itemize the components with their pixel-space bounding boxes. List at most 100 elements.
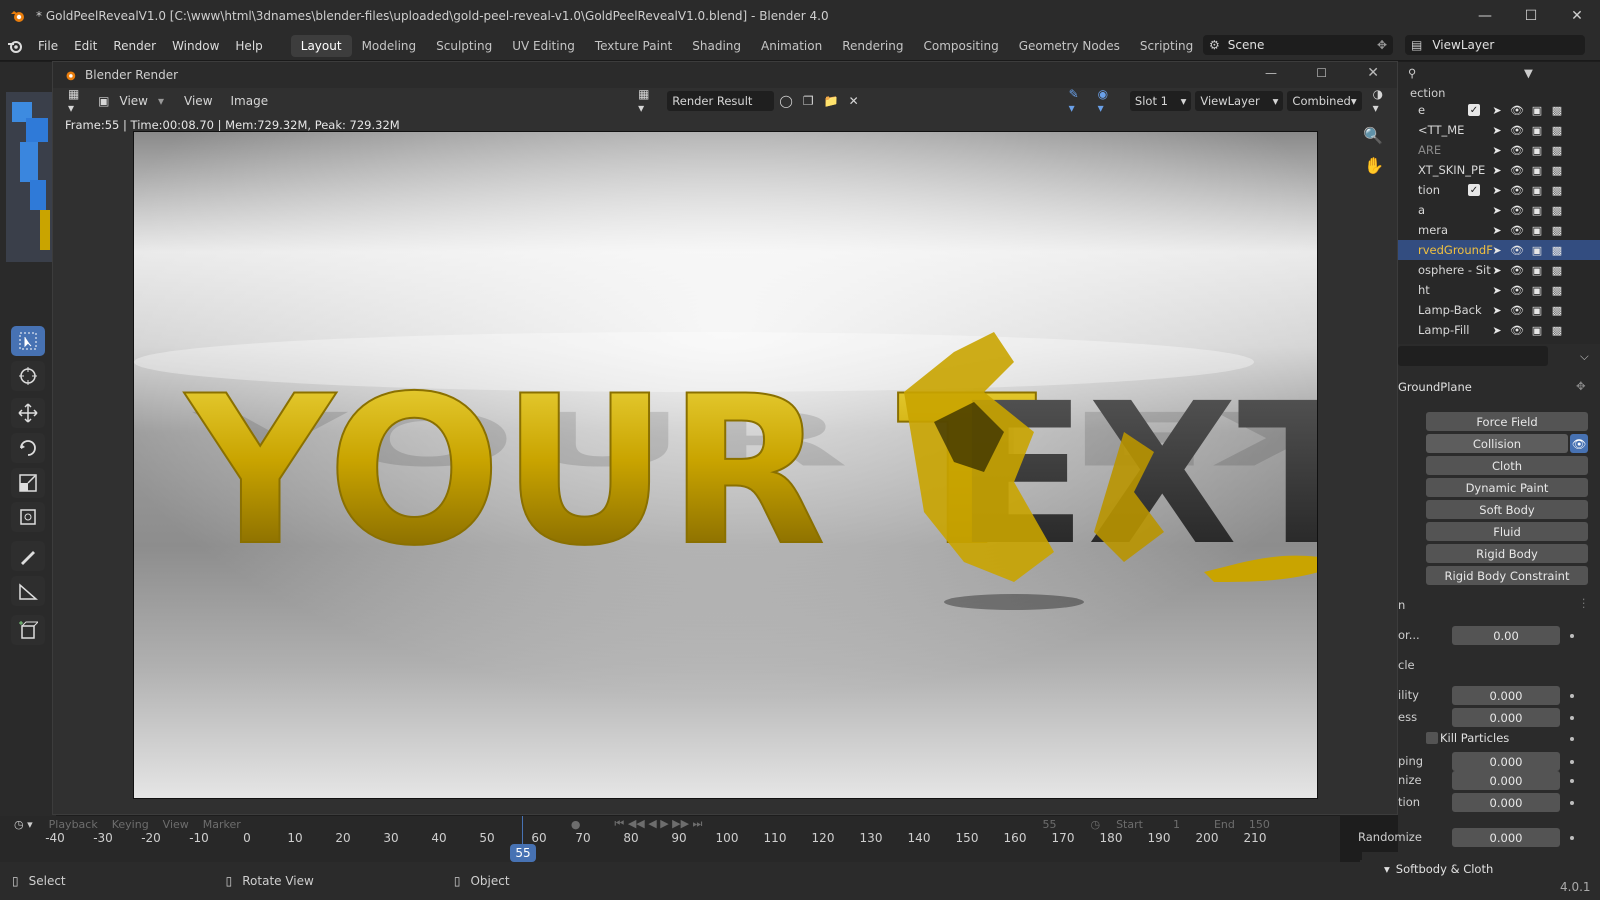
render-maximize-button[interactable]: ☐ bbox=[1316, 66, 1327, 80]
timeline-menu-keying[interactable]: Keying bbox=[112, 818, 149, 831]
image-name-field[interactable]: Render Result bbox=[667, 91, 775, 111]
select-arrow-icon[interactable]: ➤ bbox=[1490, 104, 1504, 117]
camera-icon[interactable]: ▩ bbox=[1550, 224, 1564, 237]
eye-icon[interactable]: 👁 bbox=[1510, 164, 1524, 177]
eye-icon[interactable]: 👁 bbox=[1510, 184, 1524, 197]
close-button[interactable]: ✕ bbox=[1554, 0, 1600, 31]
eye-icon[interactable]: 👁 bbox=[1510, 224, 1524, 237]
select-arrow-icon[interactable]: ➤ bbox=[1490, 164, 1504, 177]
open-image-icon[interactable]: 📁 bbox=[819, 91, 844, 111]
editor-type-icon[interactable]: ▦ ▾ bbox=[63, 87, 93, 115]
scale-tool[interactable] bbox=[11, 468, 45, 498]
monitor-icon[interactable]: ▣ bbox=[1530, 324, 1544, 337]
outliner-search-icon[interactable]: ⚲ bbox=[1408, 66, 1416, 80]
outliner-row[interactable]: Lamp-Fill ➤ 👁 ▣ ▩ bbox=[1398, 320, 1600, 340]
menu-view[interactable]: View bbox=[179, 91, 217, 111]
tab-compositing[interactable]: Compositing bbox=[913, 35, 1008, 57]
field-value-permeability[interactable]: 0.000 bbox=[1452, 686, 1560, 705]
select-arrow-icon[interactable]: ➤ bbox=[1490, 244, 1504, 257]
outliner-row[interactable]: mera ➤ 👁 ▣ ▩ bbox=[1398, 220, 1600, 240]
tab-shading[interactable]: Shading bbox=[682, 35, 751, 57]
tab-animation[interactable]: Animation bbox=[751, 35, 832, 57]
end-value[interactable]: 150 bbox=[1249, 818, 1270, 831]
timeline-editor-icon[interactable]: ◷ ▾ bbox=[14, 818, 33, 831]
monitor-icon[interactable]: ▣ bbox=[1530, 204, 1544, 217]
monitor-icon[interactable]: ▣ bbox=[1530, 304, 1544, 317]
rigid-body-constraint-button[interactable]: Rigid Body Constraint bbox=[1426, 566, 1588, 585]
softbody-cloth-section[interactable]: ▾ Softbody & Cloth bbox=[1360, 860, 1600, 878]
camera-icon[interactable]: ▩ bbox=[1550, 124, 1564, 137]
eye-icon[interactable]: 👁 bbox=[1510, 204, 1524, 217]
dynamic-paint-button[interactable]: Dynamic Paint bbox=[1426, 478, 1588, 497]
field-value-or[interactable]: 0.00 bbox=[1452, 626, 1560, 645]
move-tool[interactable] bbox=[11, 398, 45, 428]
monitor-icon[interactable]: ▣ bbox=[1530, 224, 1544, 237]
blender-menu-icon[interactable] bbox=[0, 38, 30, 54]
sample-tool-icon[interactable]: ✎ ▾ bbox=[1064, 87, 1093, 115]
outliner-row[interactable]: XT_SKIN_PE ➤ 👁 ▣ ▩ bbox=[1398, 160, 1600, 180]
transform-tool[interactable] bbox=[11, 502, 45, 532]
eye-icon[interactable]: 👁 bbox=[1510, 244, 1524, 257]
camera-icon[interactable]: ▩ bbox=[1550, 324, 1564, 337]
select-arrow-icon[interactable]: ➤ bbox=[1490, 264, 1504, 277]
pin-icon[interactable]: ✥ bbox=[1377, 38, 1387, 52]
exclude-checkbox[interactable]: ✓ bbox=[1468, 184, 1480, 196]
outliner-row[interactable]: rvedGroundF ➤ 👁 ▣ ▩ bbox=[1398, 240, 1600, 260]
drag-handle-icon[interactable]: ⋮ bbox=[1578, 596, 1590, 610]
menu-file[interactable]: File bbox=[30, 35, 66, 57]
panel-collapse-icon[interactable]: ⌵ bbox=[1580, 349, 1589, 364]
outliner-row[interactable]: e ✓ ➤ 👁 ▣ ▩ bbox=[1398, 100, 1600, 120]
tab-sculpting[interactable]: Sculpting bbox=[426, 35, 502, 57]
tab-geometry-nodes[interactable]: Geometry Nodes bbox=[1009, 35, 1130, 57]
camera-icon[interactable]: ▩ bbox=[1550, 264, 1564, 277]
eye-icon[interactable]: 👁 bbox=[1510, 304, 1524, 317]
slot-selector[interactable]: Slot 1 ▾ bbox=[1129, 91, 1192, 111]
maximize-button[interactable]: ☐ bbox=[1508, 0, 1554, 31]
outliner-row[interactable]: ht ➤ 👁 ▣ ▩ bbox=[1398, 280, 1600, 300]
tab-scripting[interactable]: Scripting bbox=[1130, 35, 1203, 57]
eye-icon[interactable]: 👁 bbox=[1510, 264, 1524, 277]
camera-icon[interactable]: ▩ bbox=[1550, 184, 1564, 197]
menu-help[interactable]: Help bbox=[227, 35, 270, 57]
field-value-stickiness[interactable]: 0.000 bbox=[1452, 708, 1560, 727]
timeline-menu-playback[interactable]: Playback bbox=[49, 818, 98, 831]
field-value-randomize[interactable]: 0.000 bbox=[1452, 771, 1560, 790]
select-arrow-icon[interactable]: ➤ bbox=[1490, 224, 1504, 237]
menu-image[interactable]: Image bbox=[226, 91, 274, 111]
tab-rendering[interactable]: Rendering bbox=[832, 35, 913, 57]
select-arrow-icon[interactable]: ➤ bbox=[1490, 324, 1504, 337]
monitor-icon[interactable]: ▣ bbox=[1530, 164, 1544, 177]
camera-icon[interactable]: ▩ bbox=[1550, 304, 1564, 317]
overlay-icon[interactable]: ◉ ▾ bbox=[1093, 87, 1122, 115]
annotate-tool[interactable] bbox=[11, 541, 45, 571]
tab-modeling[interactable]: Modeling bbox=[352, 35, 427, 57]
record-icon[interactable]: ● bbox=[571, 818, 581, 831]
monitor-icon[interactable]: ▣ bbox=[1530, 104, 1544, 117]
monitor-icon[interactable]: ▣ bbox=[1530, 284, 1544, 297]
monitor-icon[interactable]: ▣ bbox=[1530, 144, 1544, 157]
viewlayer-dropdown[interactable]: ViewLayer ▾ bbox=[1195, 91, 1284, 111]
rotate-tool[interactable] bbox=[11, 433, 45, 463]
scene-selector[interactable]: ⚙ Scene ✥ bbox=[1203, 35, 1393, 55]
view-mode-icon[interactable]: ▣ bbox=[93, 91, 114, 111]
tab-texture-paint[interactable]: Texture Paint bbox=[585, 35, 682, 57]
collision-visibility-icon[interactable]: 👁 bbox=[1570, 434, 1588, 453]
select-arrow-icon[interactable]: ➤ bbox=[1490, 184, 1504, 197]
field-value-friction[interactable]: 0.000 bbox=[1452, 793, 1560, 812]
exclude-checkbox[interactable]: ✓ bbox=[1468, 104, 1480, 116]
select-arrow-icon[interactable]: ➤ bbox=[1490, 124, 1504, 137]
filter-icon[interactable]: ▼ bbox=[1524, 66, 1533, 80]
field-value-damping[interactable]: 0.000 bbox=[1452, 752, 1560, 771]
camera-icon[interactable]: ▩ bbox=[1550, 204, 1564, 217]
unlink-image-icon[interactable]: ✕ bbox=[844, 91, 864, 111]
minimize-button[interactable]: — bbox=[1462, 0, 1508, 31]
kill-particles-checkbox[interactable] bbox=[1426, 732, 1438, 744]
tab-uv-editing[interactable]: UV Editing bbox=[502, 35, 585, 57]
display-channels-icon[interactable]: ◑ ▾ bbox=[1368, 87, 1397, 115]
monitor-icon[interactable]: ▣ bbox=[1530, 124, 1544, 137]
select-box-tool[interactable] bbox=[11, 326, 45, 356]
eye-icon[interactable]: 👁 bbox=[1510, 124, 1524, 137]
current-frame-field[interactable]: 55 bbox=[1042, 818, 1056, 831]
viewlayer-selector[interactable]: ▤ ViewLayer bbox=[1405, 35, 1585, 55]
camera-icon[interactable]: ▩ bbox=[1550, 284, 1564, 297]
